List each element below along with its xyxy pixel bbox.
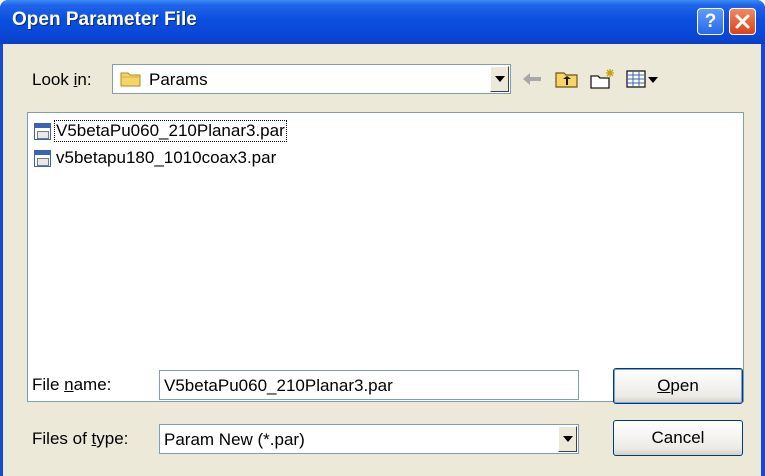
cancel-button-label: Cancel — [651, 428, 705, 447]
param-file-icon — [34, 122, 51, 140]
chevron-down-icon — [562, 436, 573, 442]
title-bar[interactable]: Open Parameter File ? — [0, 0, 765, 44]
open-button-accel: O — [657, 376, 671, 395]
dialog-body: Look in: Params V5betaPu060_210Planar3.p… — [3, 44, 761, 476]
help-button[interactable]: ? — [697, 8, 724, 35]
new-folder-icon — [590, 69, 614, 89]
details-view-icon — [626, 70, 658, 88]
open-button-label: pen — [670, 376, 699, 395]
files-of-type-label: Files of type: — [32, 429, 129, 448]
chevron-down-icon — [494, 76, 505, 82]
file-item-name: V5betaPu060_210Planar3.par — [54, 120, 287, 142]
file-name-input[interactable]: V5betaPu060_210Planar3.par — [159, 370, 579, 400]
look-in-value: Params — [149, 70, 208, 89]
open-parameter-file-dialog: Open Parameter File ? Look in: Params V5… — [0, 0, 765, 476]
files-of-type-value: Param New (*.par) — [164, 430, 305, 449]
file-name-label: File name: — [32, 375, 112, 394]
cancel-button[interactable]: Cancel — [613, 420, 743, 456]
new-folder-button[interactable] — [589, 66, 617, 92]
look-in-combo[interactable]: Params — [112, 64, 511, 94]
back-button[interactable] — [519, 66, 545, 92]
close-button[interactable] — [729, 8, 756, 35]
file-item-name: v5betapu180_1010coax3.par — [56, 148, 277, 167]
look-in-dropdown-arrow[interactable] — [490, 66, 509, 92]
files-of-type-combo[interactable]: Param New (*.par) — [159, 424, 579, 454]
file-list[interactable]: V5betaPu060_210Planar3.par v5betapu180_1… — [27, 112, 744, 402]
view-menu-button[interactable] — [625, 66, 661, 92]
back-arrow-icon — [523, 73, 541, 85]
folder-icon — [120, 72, 141, 87]
files-of-type-dropdown-arrow[interactable] — [558, 426, 577, 452]
param-file-icon — [34, 149, 51, 167]
file-item[interactable]: V5betaPu060_210Planar3.par — [34, 120, 287, 142]
file-item[interactable]: v5betapu180_1010coax3.par — [34, 147, 277, 169]
look-in-label: Look in: — [32, 70, 92, 89]
open-button[interactable]: Open — [613, 368, 743, 404]
dialog-title: Open Parameter File — [12, 9, 197, 30]
file-name-value: V5betaPu060_210Planar3.par — [164, 376, 393, 395]
close-icon — [735, 14, 750, 29]
up-one-level-button[interactable] — [553, 66, 581, 92]
up-folder-icon — [555, 72, 578, 88]
